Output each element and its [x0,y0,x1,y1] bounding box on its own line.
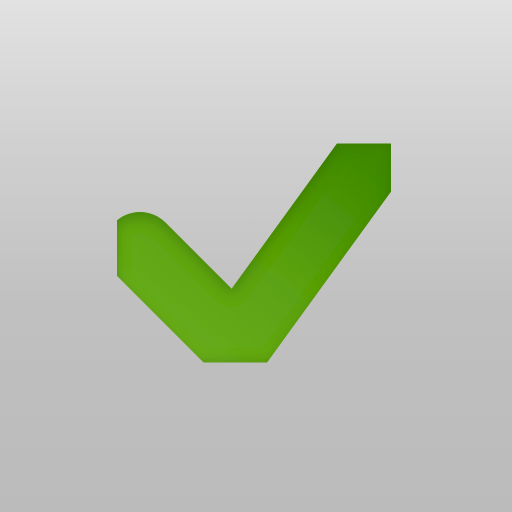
checkmark-icon [104,126,404,380]
icon-tile [0,0,512,512]
checkmark-stroke [104,126,404,380]
